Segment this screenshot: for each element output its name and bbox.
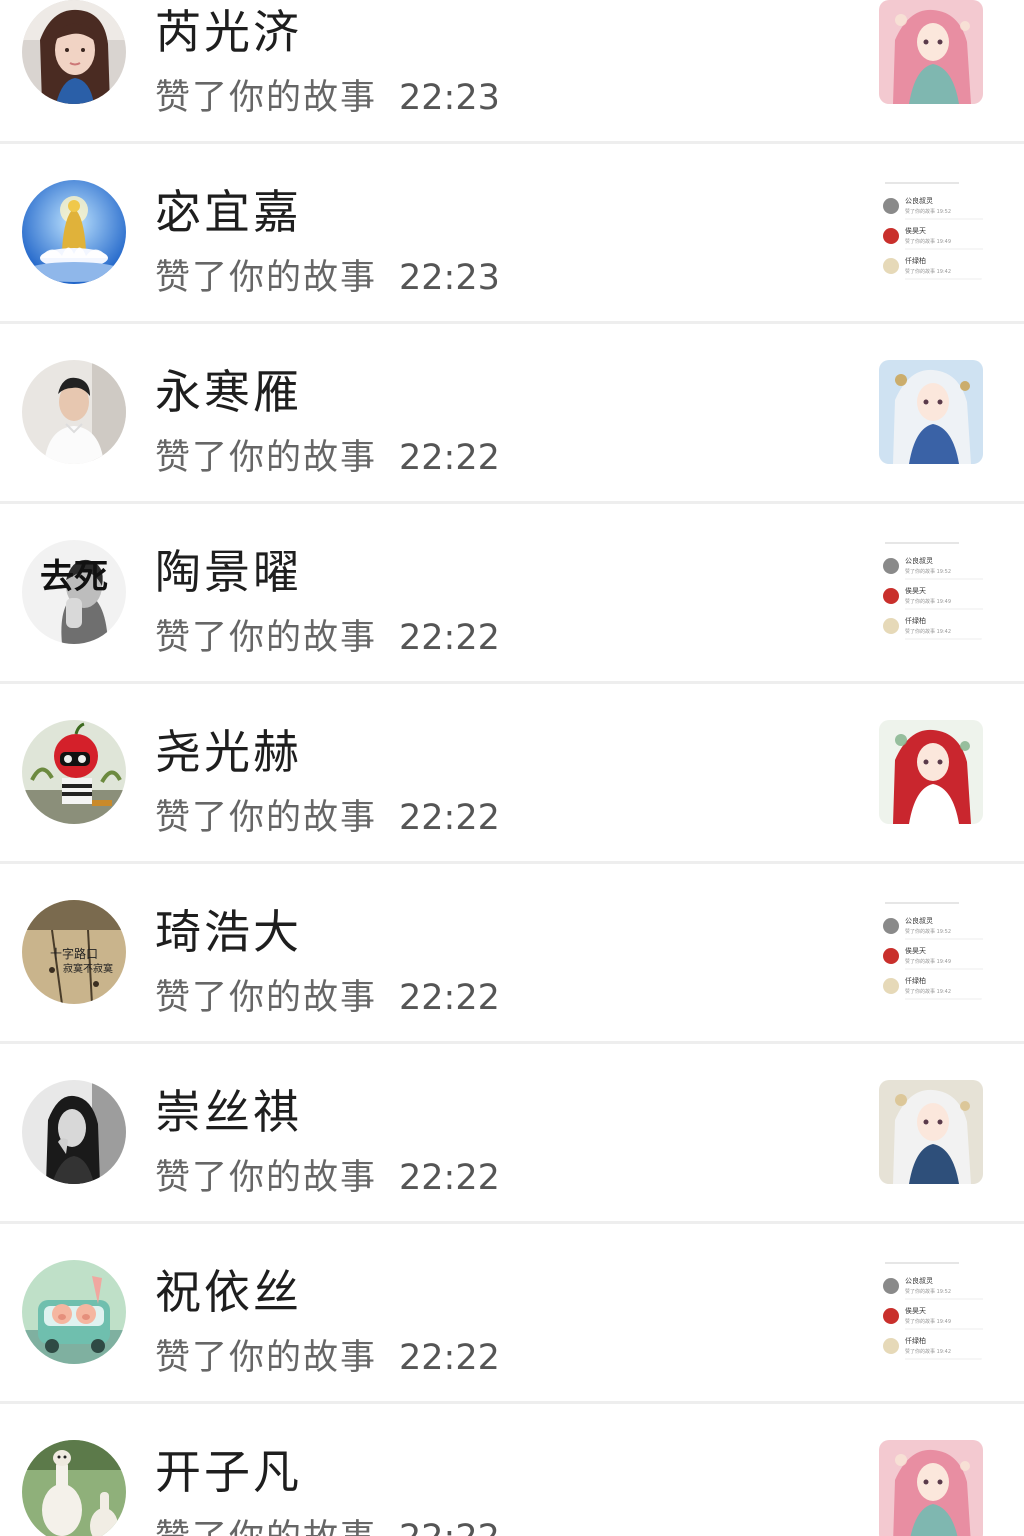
notification-row[interactable]: 永寒雁赞了你的故事 22:22 [0, 324, 1024, 504]
action-text: 赞了你的故事 [155, 978, 378, 1018]
story-thumbnail[interactable] [879, 720, 983, 824]
action-text: 赞了你的故事 [155, 258, 378, 298]
svg-text:赞了你的故事 19:42: 赞了你的故事 19:42 [905, 628, 951, 635]
svg-text:赞了你的故事 19:49: 赞了你的故事 19:49 [905, 958, 951, 965]
notification-row[interactable]: 祝依丝赞了你的故事 22:22 公良叔灵 赞了你的故事 19:52 俟昊天 赞了你… [0, 1224, 1024, 1404]
action-text: 赞了你的故事 [155, 798, 378, 838]
notification-row[interactable]: 宓宜嘉赞了你的故事 22:23 公良叔灵 赞了你的故事 19:52 俟昊天 赞了你… [0, 144, 1024, 324]
user-avatar[interactable] [22, 360, 126, 464]
user-name[interactable]: 开子凡 [155, 1444, 302, 1500]
user-avatar[interactable]: 十字路口 寂寞不寂寞 [22, 900, 126, 1004]
svg-text:赞了你的故事 19:52: 赞了你的故事 19:52 [905, 568, 951, 575]
svg-text:公良叔灵: 公良叔灵 [905, 196, 933, 205]
story-thumbnail[interactable]: 公良叔灵 赞了你的故事 19:52 俟昊天 赞了你的故事 19:49 仟绿柏 赞… [879, 1260, 983, 1364]
story-thumbnail[interactable]: 公良叔灵 赞了你的故事 19:52 俟昊天 赞了你的故事 19:49 仟绿柏 赞… [879, 900, 983, 1004]
svg-text:赞了你的故事 19:52: 赞了你的故事 19:52 [905, 208, 951, 215]
svg-text:去死: 去死 [40, 557, 108, 597]
story-thumbnail[interactable] [879, 1080, 983, 1184]
svg-text:公良叔灵: 公良叔灵 [905, 1276, 933, 1285]
notification-meta: 赞了你的故事 22:22 [155, 1156, 500, 1200]
user-avatar[interactable] [22, 0, 126, 104]
timestamp: 22:22 [399, 798, 500, 838]
svg-text:赞了你的故事 19:49: 赞了你的故事 19:49 [905, 238, 951, 245]
timestamp: 22:23 [399, 78, 500, 118]
notification-meta: 赞了你的故事 22:22 [155, 436, 500, 480]
notification-meta: 赞了你的故事 22:22 [155, 976, 500, 1020]
svg-text:仟绿柏: 仟绿柏 [905, 256, 926, 265]
svg-text:俟昊天: 俟昊天 [905, 226, 926, 235]
notification-meta: 赞了你的故事 22:22 [155, 616, 500, 660]
svg-text:赞了你的故事 19:49: 赞了你的故事 19:49 [905, 1318, 951, 1325]
story-thumbnail[interactable] [879, 0, 983, 104]
user-avatar[interactable] [22, 1260, 126, 1364]
notification-row[interactable]: 芮光济赞了你的故事 22:23 [0, 0, 1024, 144]
timestamp: 22:22 [399, 978, 500, 1018]
user-name[interactable]: 永寒雁 [155, 364, 302, 420]
user-name[interactable]: 崇丝祺 [155, 1084, 302, 1140]
svg-text:俟昊天: 俟昊天 [905, 1306, 926, 1315]
svg-text:赞了你的故事 19:42: 赞了你的故事 19:42 [905, 268, 951, 275]
svg-text:寂寞不寂寞: 寂寞不寂寞 [63, 962, 113, 975]
svg-text:仟绿柏: 仟绿柏 [905, 616, 926, 625]
notification-meta: 赞了你的故事 22:22 [155, 1336, 500, 1380]
svg-text:赞了你的故事 19:42: 赞了你的故事 19:42 [905, 1348, 951, 1355]
svg-text:公良叔灵: 公良叔灵 [905, 916, 933, 925]
story-thumbnail[interactable] [879, 360, 983, 464]
user-name[interactable]: 芮光济 [155, 4, 302, 60]
notification-row[interactable]: 崇丝祺赞了你的故事 22:22 [0, 1044, 1024, 1224]
svg-text:仟绿柏: 仟绿柏 [905, 976, 926, 985]
user-name[interactable]: 陶景曜 [155, 544, 302, 600]
svg-text:赞了你的故事 19:49: 赞了你的故事 19:49 [905, 598, 951, 605]
notification-meta: 赞了你的故事 22:23 [155, 256, 500, 300]
svg-text:公良叔灵: 公良叔灵 [905, 556, 933, 565]
svg-text:赞了你的故事 19:52: 赞了你的故事 19:52 [905, 1288, 951, 1295]
svg-text:俟昊天: 俟昊天 [905, 586, 926, 595]
notification-meta: 赞了你的故事 22:22 [155, 796, 500, 840]
notification-meta: 赞了你的故事 22:22 [155, 1516, 500, 1536]
story-thumbnail[interactable] [879, 1440, 983, 1536]
user-name[interactable]: 琦浩大 [155, 904, 302, 960]
action-text: 赞了你的故事 [155, 1518, 377, 1536]
user-avatar[interactable] [22, 720, 126, 824]
timestamp: 22:22 [399, 1338, 500, 1378]
timestamp: 22:22 [399, 1158, 500, 1198]
action-text: 赞了你的故事 [155, 438, 378, 478]
notification-row[interactable]: 尧光赫赞了你的故事 22:22 [0, 684, 1024, 864]
user-name[interactable]: 祝依丝 [155, 1264, 302, 1320]
user-avatar[interactable] [22, 180, 126, 284]
notification-row[interactable]: 十字路口 寂寞不寂寞 琦浩大 赞了你的故事 22:22 公良叔灵 赞了你的故事 19:… [0, 864, 1024, 1044]
svg-text:俟昊天: 俟昊天 [905, 946, 926, 955]
timestamp: 22:22 [399, 618, 500, 658]
timestamp: 22:23 [399, 258, 500, 298]
story-thumbnail[interactable]: 公良叔灵 赞了你的故事 19:52 俟昊天 赞了你的故事 19:49 仟绿柏 赞… [879, 540, 983, 644]
action-text: 赞了你的故事 [155, 1158, 378, 1198]
timestamp: 22:22 [399, 1518, 500, 1536]
user-avatar[interactable] [22, 1440, 126, 1536]
svg-text:仟绿柏: 仟绿柏 [905, 1336, 926, 1345]
user-name[interactable]: 宓宜嘉 [155, 184, 302, 240]
notification-row[interactable]: 去死 陶景曜赞了你的故事 22:22 公良叔灵 赞了你的故事 19:52 俟昊天 赞… [0, 504, 1024, 684]
action-text: 赞了你的故事 [155, 78, 378, 118]
notification-row[interactable]: 开子凡赞了你的故事 22:22 [0, 1404, 1024, 1536]
likes-notification-list: 芮光济 赞了你的故事 22:23 宓宜嘉 赞了你的故事 22:23 公良叔灵 赞了你的故… [0, 0, 1024, 1536]
user-avatar[interactable] [22, 1080, 126, 1184]
svg-text:十字路口: 十字路口 [50, 946, 98, 961]
svg-text:赞了你的故事 19:52: 赞了你的故事 19:52 [905, 928, 951, 935]
user-avatar[interactable]: 去死 [22, 540, 126, 644]
user-name[interactable]: 尧光赫 [155, 724, 302, 780]
timestamp: 22:22 [399, 438, 500, 478]
action-text: 赞了你的故事 [155, 1338, 378, 1378]
story-thumbnail[interactable]: 公良叔灵 赞了你的故事 19:52 俟昊天 赞了你的故事 19:49 仟绿柏 赞… [879, 180, 983, 284]
svg-text:赞了你的故事 19:42: 赞了你的故事 19:42 [905, 988, 951, 995]
notification-meta: 赞了你的故事 22:23 [155, 76, 500, 120]
action-text: 赞了你的故事 [155, 618, 378, 658]
